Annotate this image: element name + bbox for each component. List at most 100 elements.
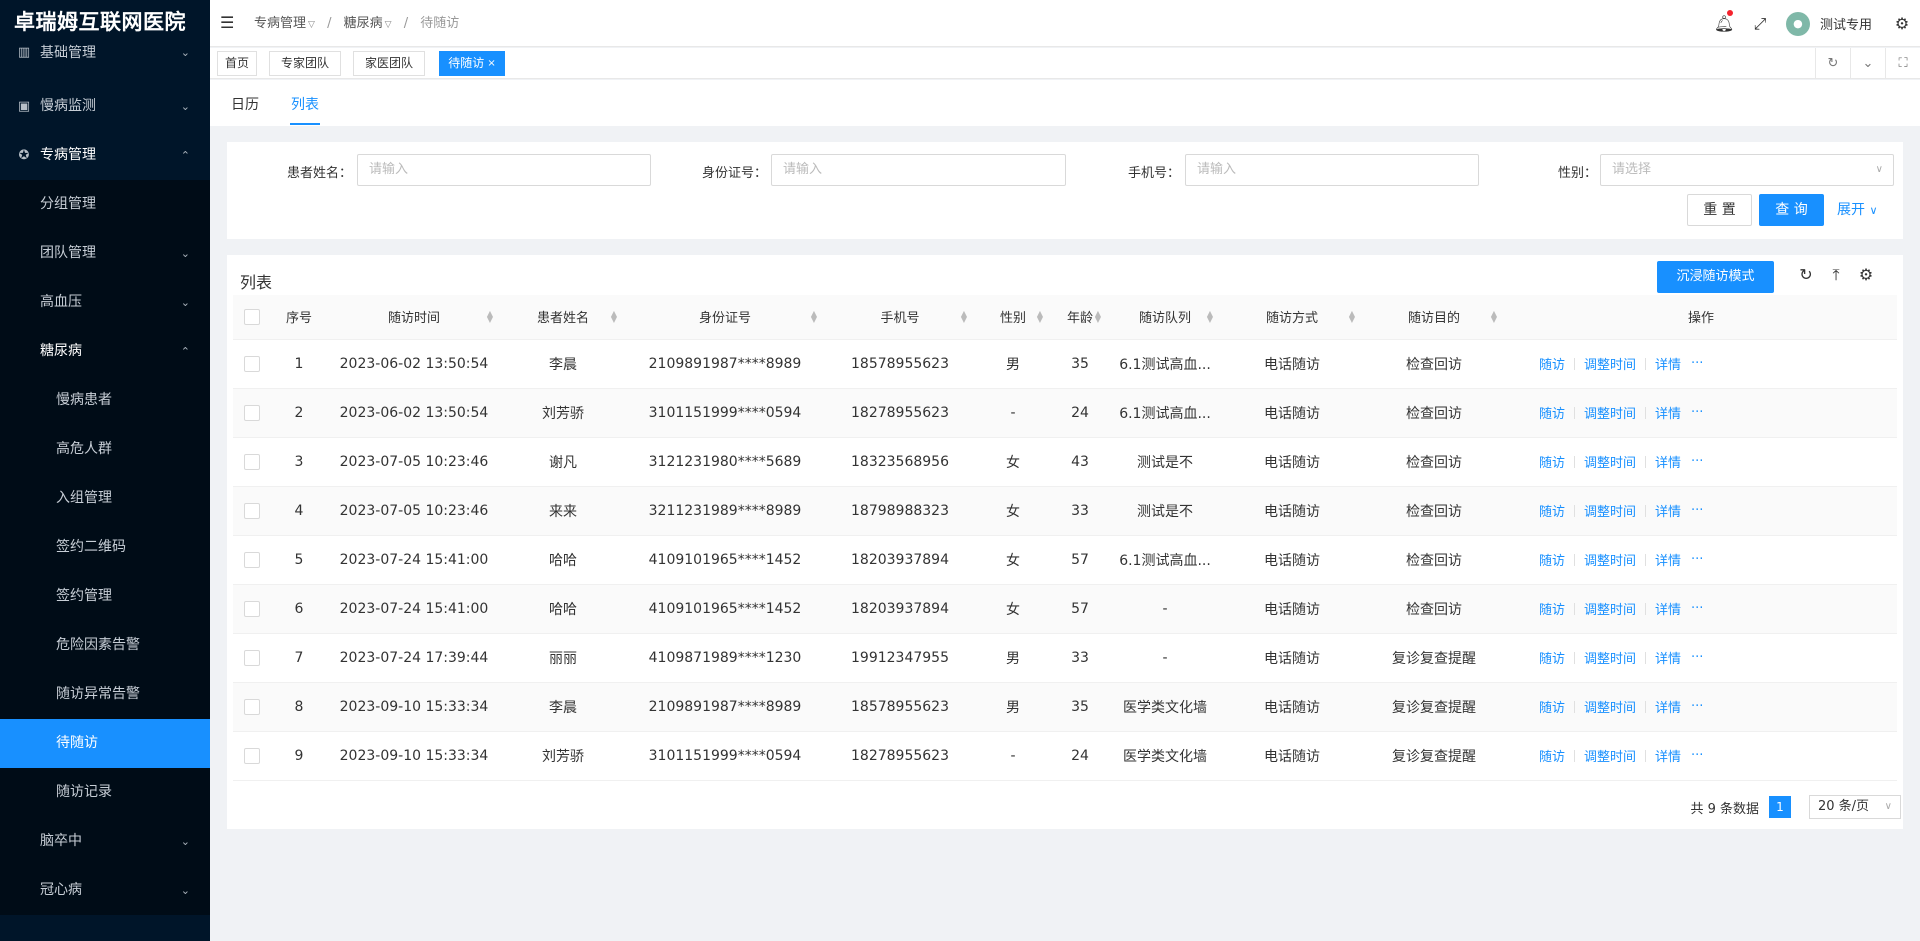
query-button[interactable]: 查 询: [1759, 194, 1824, 226]
tab-list[interactable]: 列表: [291, 94, 319, 114]
breadcrumb-item[interactable]: 糖尿病: [344, 16, 383, 31]
detail-action[interactable]: 详情: [1655, 403, 1681, 422]
followup-action[interactable]: 随访: [1539, 501, 1565, 520]
detail-action[interactable]: 详情: [1655, 599, 1681, 618]
menu-followup-alert[interactable]: 随访异常告警: [0, 670, 210, 719]
row-checkbox[interactable]: [244, 649, 260, 666]
more-icon[interactable]: ···: [1691, 699, 1703, 714]
menu-group-management[interactable]: 分组管理: [0, 180, 210, 229]
sort-icon[interactable]: ▲ ▼: [811, 310, 817, 324]
col-header[interactable]: 身份证号 ▲ ▼: [625, 295, 825, 340]
row-checkbox[interactable]: [244, 355, 260, 372]
patient-name-input[interactable]: 请输入: [357, 154, 651, 186]
expand-toggle[interactable]: 展开 ∨: [1837, 194, 1878, 226]
tab-home[interactable]: 首页: [217, 51, 257, 76]
sort-icon[interactable]: ▲ ▼: [1491, 310, 1497, 324]
page-number-button[interactable]: 1: [1769, 796, 1791, 818]
menu-hypertension[interactable]: 高血压 ⌄: [0, 278, 210, 327]
more-icon[interactable]: ···: [1691, 454, 1703, 469]
followup-action[interactable]: 随访: [1539, 403, 1565, 422]
sort-icon[interactable]: ▲ ▼: [1207, 310, 1213, 324]
more-icon[interactable]: ···: [1691, 552, 1703, 567]
sort-icon[interactable]: ▲ ▼: [961, 310, 967, 324]
tab-family-doctor-team[interactable]: 家医团队: [353, 51, 425, 76]
detail-action[interactable]: 详情: [1655, 648, 1681, 667]
tab-pending-followup[interactable]: 待随访 ×: [439, 51, 505, 76]
menu-sign-qrcode[interactable]: 签约二维码: [0, 523, 210, 572]
row-checkbox[interactable]: [244, 404, 260, 421]
refresh-icon[interactable]: ↻: [1815, 48, 1850, 79]
sort-icon[interactable]: ▲ ▼: [1095, 310, 1101, 324]
adjust-time-action[interactable]: 调整时间: [1584, 354, 1636, 373]
menu-pending-followup[interactable]: 待随访: [0, 719, 210, 768]
menu-high-risk[interactable]: 高危人群: [0, 425, 210, 474]
fullscreen-icon[interactable]: ⤢: [1742, 14, 1778, 34]
menu-chronic-monitor[interactable]: ▣ 慢病监测 ⌄: [0, 82, 210, 131]
row-checkbox[interactable]: [244, 747, 260, 764]
menu-chronic-patients[interactable]: 慢病患者: [0, 376, 210, 425]
more-icon[interactable]: ···: [1691, 650, 1703, 665]
gender-select[interactable]: 请选择 ∨: [1600, 154, 1894, 186]
col-header[interactable]: 性别 ▲ ▼: [975, 295, 1051, 340]
adjust-time-action[interactable]: 调整时间: [1584, 452, 1636, 471]
close-icon[interactable]: ×: [487, 58, 495, 69]
more-icon[interactable]: ···: [1691, 405, 1703, 420]
menu-coronary[interactable]: 冠心病 ⌄: [0, 866, 210, 915]
tab-expert-team[interactable]: 专家团队: [269, 51, 341, 76]
row-checkbox[interactable]: [244, 551, 260, 568]
row-checkbox[interactable]: [244, 698, 260, 715]
reset-button[interactable]: 重 置: [1687, 194, 1752, 226]
bell-icon[interactable]: 🔔︎: [1706, 10, 1742, 33]
followup-action[interactable]: 随访: [1539, 746, 1565, 765]
adjust-time-action[interactable]: 调整时间: [1584, 599, 1636, 618]
adjust-time-action[interactable]: 调整时间: [1584, 648, 1636, 667]
row-checkbox[interactable]: [244, 600, 260, 617]
menu-risk-alert[interactable]: 危险因素告警: [0, 621, 210, 670]
more-icon[interactable]: ···: [1691, 601, 1703, 616]
avatar[interactable]: ●: [1785, 11, 1810, 36]
col-header[interactable]: 手机号 ▲ ▼: [825, 295, 975, 340]
followup-action[interactable]: 随访: [1539, 354, 1565, 373]
detail-action[interactable]: 详情: [1655, 452, 1681, 471]
maximize-icon[interactable]: ⛶: [1885, 48, 1920, 79]
menu-followup-records[interactable]: 随访记录: [0, 768, 210, 817]
chevron-down-icon[interactable]: ⌄: [1850, 48, 1885, 79]
col-header[interactable]: 随访队列 ▲ ▼: [1109, 295, 1221, 340]
col-header[interactable]: 年龄 ▲ ▼: [1051, 295, 1109, 340]
breadcrumb-item[interactable]: 专病管理: [254, 16, 306, 31]
followup-action[interactable]: 随访: [1539, 550, 1565, 569]
gear-icon[interactable]: ⚙: [1884, 14, 1920, 33]
phone-input[interactable]: 请输入: [1185, 154, 1479, 186]
detail-action[interactable]: 详情: [1655, 354, 1681, 373]
settings-icon[interactable]: ⚙: [1856, 265, 1876, 285]
row-checkbox[interactable]: [244, 453, 260, 470]
menu-fold-icon[interactable]: ☰: [220, 14, 238, 32]
menu-team-management[interactable]: 团队管理 ⌄: [0, 229, 210, 278]
menu-diabetes[interactable]: 糖尿病 ⌃: [0, 327, 210, 376]
sort-icon[interactable]: ▲ ▼: [611, 310, 617, 324]
immersive-followup-button[interactable]: 沉浸随访模式: [1657, 261, 1774, 293]
id-number-input[interactable]: 请输入: [771, 154, 1066, 186]
menu-enrollment[interactable]: 入组管理: [0, 474, 210, 523]
more-icon[interactable]: ···: [1691, 748, 1703, 763]
followup-action[interactable]: 随访: [1539, 452, 1565, 471]
sort-icon[interactable]: ▲ ▼: [487, 310, 493, 324]
detail-action[interactable]: 详情: [1655, 697, 1681, 716]
detail-action[interactable]: 详情: [1655, 550, 1681, 569]
col-header[interactable]: 随访目的 ▲ ▼: [1363, 295, 1505, 340]
select-all-checkbox[interactable]: [244, 308, 260, 325]
adjust-time-action[interactable]: 调整时间: [1584, 550, 1636, 569]
tab-calendar[interactable]: 日历: [231, 94, 259, 114]
more-icon[interactable]: ···: [1691, 356, 1703, 371]
menu-stroke[interactable]: 脑卒中 ⌄: [0, 817, 210, 866]
adjust-time-action[interactable]: 调整时间: [1584, 501, 1636, 520]
menu-sign-management[interactable]: 签约管理: [0, 572, 210, 621]
followup-action[interactable]: 随访: [1539, 697, 1565, 716]
adjust-time-action[interactable]: 调整时间: [1584, 403, 1636, 422]
col-header[interactable]: 患者姓名 ▲ ▼: [501, 295, 625, 340]
row-checkbox[interactable]: [244, 502, 260, 519]
detail-action[interactable]: 详情: [1655, 501, 1681, 520]
adjust-time-action[interactable]: 调整时间: [1584, 697, 1636, 716]
username[interactable]: 测试专用: [1820, 14, 1872, 33]
more-icon[interactable]: ···: [1691, 503, 1703, 518]
